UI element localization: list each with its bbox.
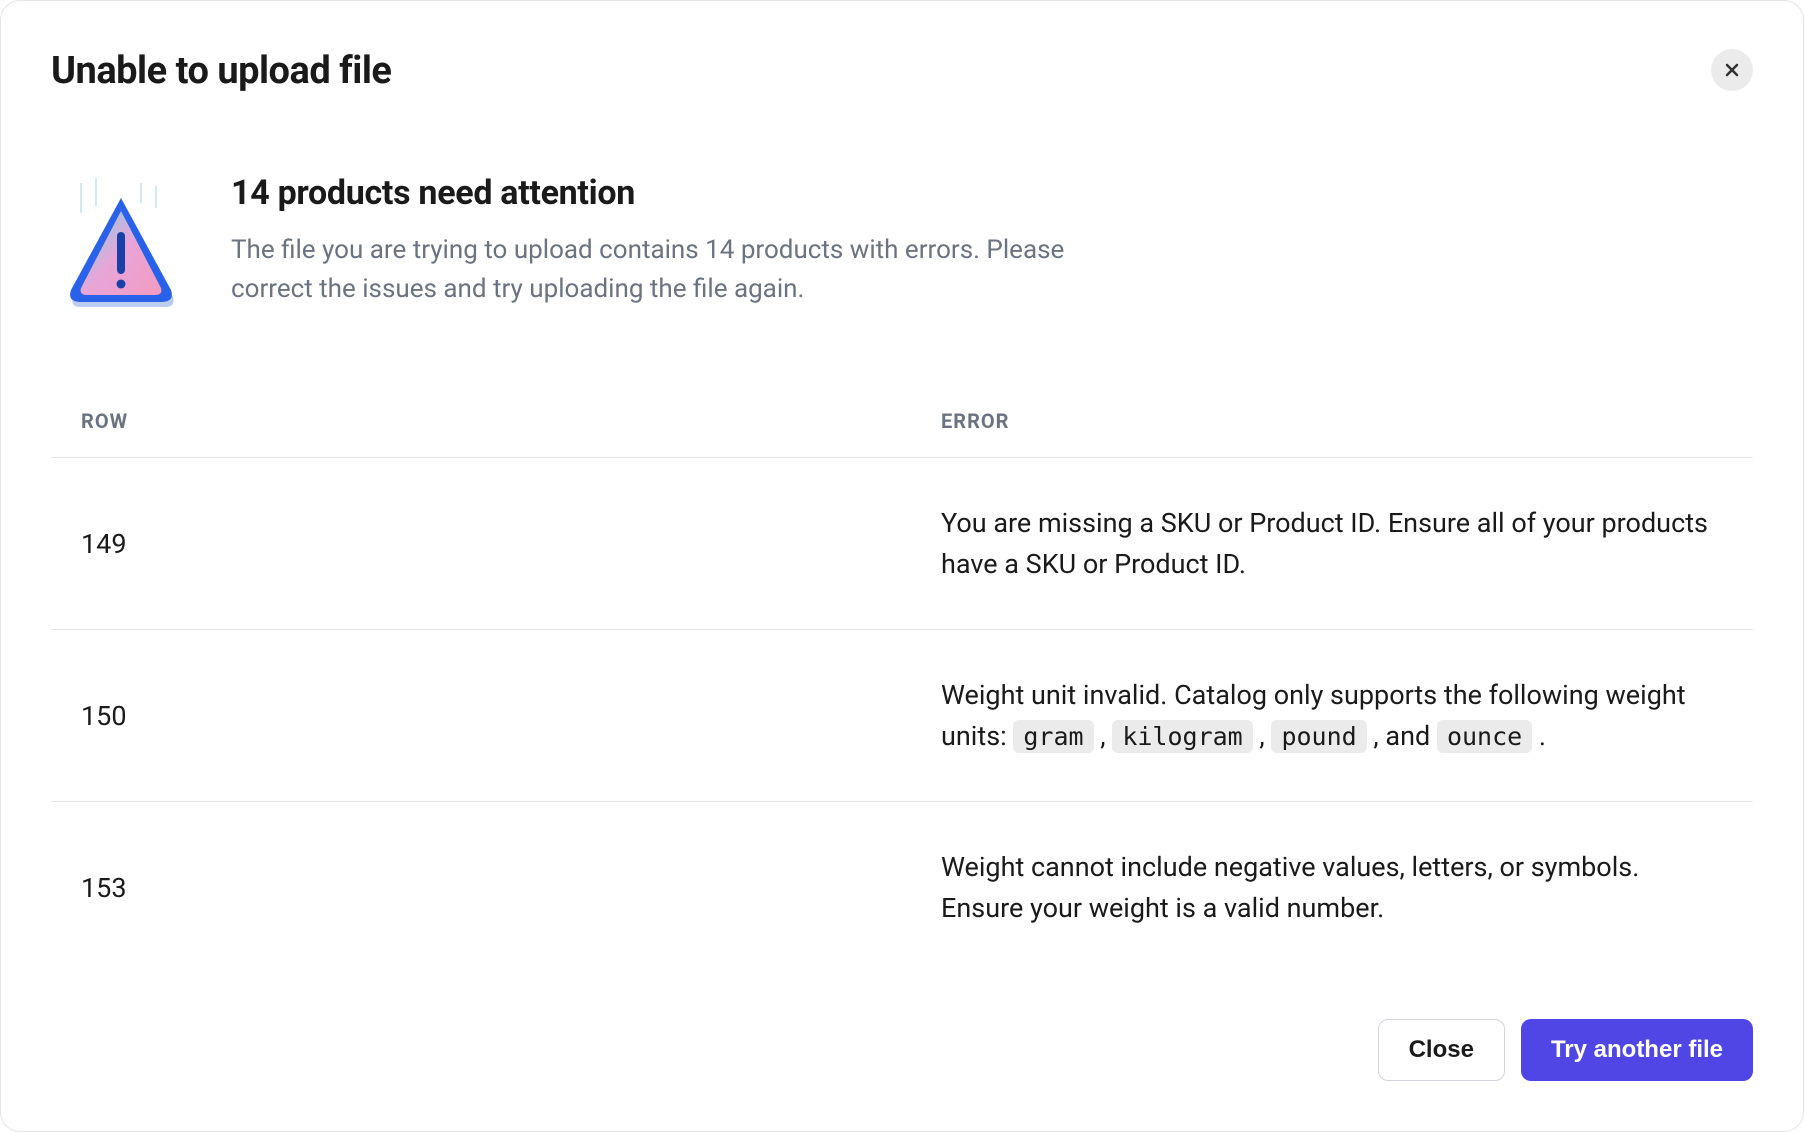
close-icon-button[interactable]: [1711, 49, 1753, 91]
try-another-file-button[interactable]: Try another file: [1521, 1019, 1753, 1081]
code-token: pound: [1271, 720, 1366, 753]
code-token: kilogram: [1112, 720, 1252, 753]
table-row: 153 Weight cannot include negative value…: [51, 802, 1753, 973]
attention-description: The file you are trying to upload contai…: [231, 231, 1151, 309]
attention-text: 14 products need attention The file you …: [231, 173, 1753, 309]
error-message: Weight cannot include negative values, l…: [941, 847, 1723, 928]
attention-title: 14 products need attention: [231, 173, 1753, 213]
error-message: You are missing a SKU or Product ID. Ens…: [941, 503, 1723, 584]
error-table: ROW ERROR 149 You are missing a SKU or P…: [51, 409, 1753, 979]
table-header: ROW ERROR: [51, 409, 1753, 458]
row-number: 150: [81, 700, 941, 732]
modal-header: Unable to upload file: [51, 49, 1753, 93]
modal-footer: Close Try another file: [51, 979, 1753, 1081]
close-icon: [1724, 62, 1740, 78]
column-header-row: ROW: [81, 409, 941, 433]
upload-error-modal: Unable to upload file: [0, 0, 1804, 1132]
warning-triangle-icon: [61, 178, 181, 308]
table-row: 149 You are missing a SKU or Product ID.…: [51, 458, 1753, 630]
close-button[interactable]: Close: [1378, 1019, 1505, 1081]
table-row: 150 Weight unit invalid. Catalog only su…: [51, 630, 1753, 802]
column-header-error: ERROR: [941, 409, 1723, 433]
attention-section: 14 products need attention The file you …: [51, 173, 1753, 309]
code-token: gram: [1013, 720, 1093, 753]
error-message: Weight unit invalid. Catalog only suppor…: [941, 675, 1723, 756]
row-number: 149: [81, 528, 941, 560]
row-number: 153: [81, 872, 941, 904]
modal-title: Unable to upload file: [51, 49, 391, 93]
code-token: ounce: [1437, 720, 1532, 753]
